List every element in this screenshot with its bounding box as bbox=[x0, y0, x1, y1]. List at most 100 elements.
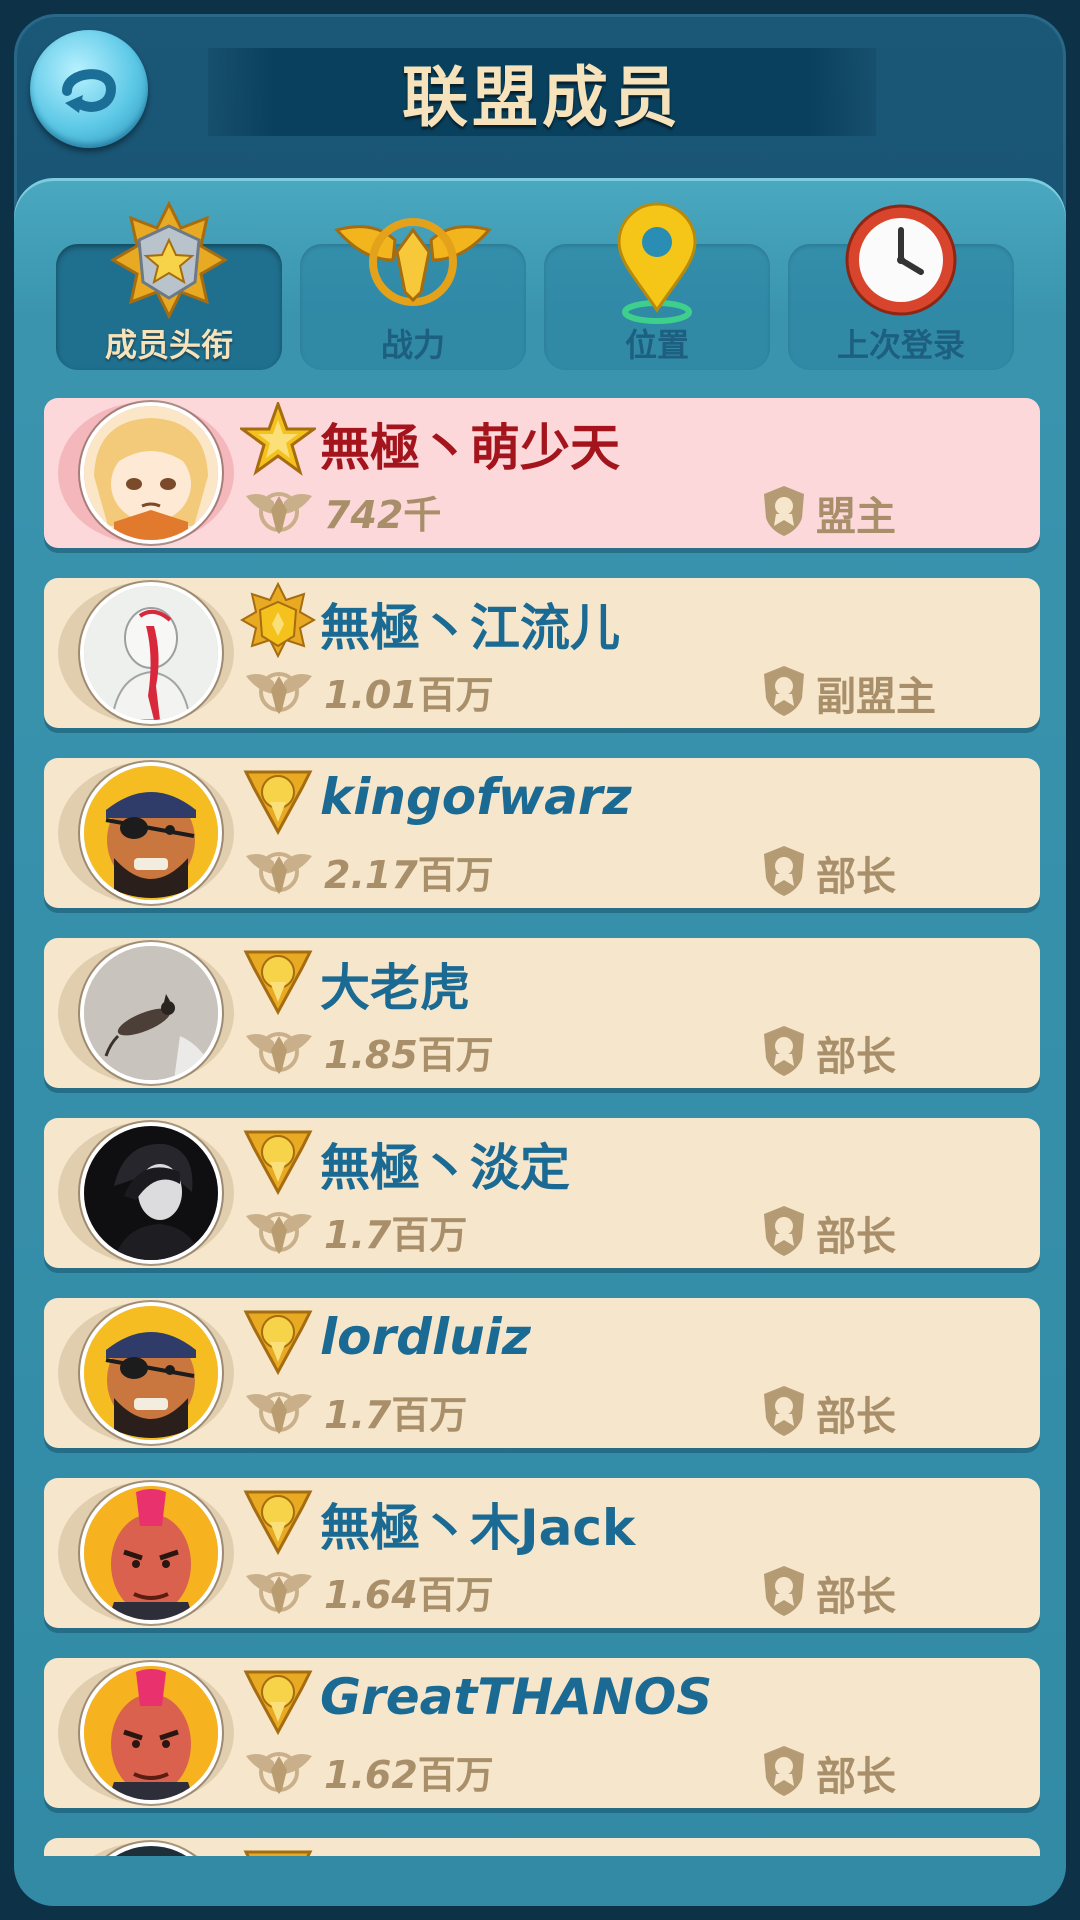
cat-photo-avatar-icon bbox=[84, 946, 218, 1080]
power-unit: 百万 bbox=[417, 673, 494, 717]
member-list[interactable]: 無極丶萌少天 742千 盟主 無極丶江流儿 1.01百万 副盟主 kingofw… bbox=[44, 398, 1040, 1856]
officer-badge-icon bbox=[243, 1850, 313, 1856]
member-role: 部长 bbox=[816, 1574, 896, 1620]
member-row[interactable]: lordluiz 1.7百万 部长 bbox=[44, 1298, 1040, 1448]
page-title: 联盟成员 bbox=[402, 59, 682, 136]
avatar[interactable] bbox=[84, 1666, 218, 1800]
role-shield-icon bbox=[764, 846, 804, 896]
power-unit: 百万 bbox=[391, 1213, 468, 1257]
power-eagle-icon bbox=[246, 1392, 312, 1434]
pirate-avatar-icon bbox=[84, 766, 218, 900]
title-banner: 联盟成员 bbox=[208, 48, 876, 136]
officer-badge-icon bbox=[243, 770, 313, 836]
member-power: 1.85百万 bbox=[324, 1024, 494, 1079]
member-name: 無極丶江流儿 bbox=[320, 599, 620, 657]
member-row[interactable]: 無極丶淡定 1.7百万 部长 bbox=[44, 1118, 1040, 1268]
member-row[interactable]: kingofwarz 2.17百万 部长 bbox=[44, 758, 1040, 908]
member-role: 部长 bbox=[816, 1754, 896, 1800]
role-shield-icon bbox=[764, 1026, 804, 1076]
role-shield-icon bbox=[764, 666, 804, 716]
power-value: 1.7 bbox=[324, 1213, 392, 1257]
avatar[interactable] bbox=[84, 1126, 218, 1260]
power-eagle-icon bbox=[246, 852, 312, 894]
member-role: 副盟主 bbox=[816, 674, 936, 720]
officer-badge-icon bbox=[243, 1310, 313, 1376]
avatar[interactable] bbox=[84, 946, 218, 1080]
member-row[interactable]: 無極丶江流儿 1.01百万 副盟主 bbox=[44, 578, 1040, 728]
power-value: 1.85 bbox=[324, 1033, 418, 1077]
dark-anime-avatar-icon bbox=[84, 1126, 218, 1260]
role-shield-icon bbox=[764, 486, 804, 536]
member-role: 部长 bbox=[816, 1214, 896, 1260]
member-name: kingofwarz bbox=[320, 768, 632, 826]
tab-label: 上次登录 bbox=[836, 326, 965, 364]
member-row[interactable]: 無極丶木Jack 1.64百万 部长 bbox=[44, 1478, 1040, 1628]
member-name: GreatTHANOS bbox=[320, 1668, 713, 1726]
member-row[interactable]: 無極丶萌少天 742千 盟主 bbox=[44, 398, 1040, 548]
power-value: 1.01 bbox=[324, 673, 418, 717]
member-row[interactable]: 大老虎 1.85百万 部长 bbox=[44, 938, 1040, 1088]
officer-badge-icon bbox=[243, 1490, 313, 1556]
sketch-avatar-icon bbox=[84, 586, 218, 720]
anime-girl-avatar-icon bbox=[84, 406, 218, 540]
member-power: 1.01百万 bbox=[324, 664, 494, 719]
member-role: 盟主 bbox=[816, 494, 896, 540]
member-name: lordluiz bbox=[320, 1308, 531, 1366]
rank-star-icon bbox=[110, 200, 228, 320]
power-value: 1.7 bbox=[324, 1393, 392, 1437]
role-shield-icon bbox=[764, 1746, 804, 1796]
member-power: 1.7百万 bbox=[324, 1204, 467, 1259]
officer-badge-icon bbox=[243, 950, 313, 1016]
power-eagle-icon bbox=[246, 1572, 312, 1614]
role-shield-icon bbox=[764, 1566, 804, 1616]
leader-star-icon bbox=[240, 402, 316, 476]
avatar[interactable] bbox=[84, 586, 218, 720]
avatar[interactable] bbox=[84, 1306, 218, 1440]
member-power: 1.64百万 bbox=[324, 1564, 494, 1619]
member-row[interactable]: GreatTHANOS 1.62百万 部长 bbox=[44, 1658, 1040, 1808]
tab-label: 成员头衔 bbox=[104, 326, 233, 364]
clock-icon bbox=[845, 204, 957, 316]
tab-power[interactable]: 战力 bbox=[300, 218, 526, 370]
power-value: 742 bbox=[324, 493, 404, 537]
power-unit: 百万 bbox=[417, 853, 494, 897]
avatar[interactable] bbox=[84, 1486, 218, 1620]
member-role: 部长 bbox=[816, 1394, 896, 1440]
member-power: 742千 bbox=[324, 484, 441, 539]
officer-badge-icon bbox=[243, 1130, 313, 1196]
power-unit: 百万 bbox=[391, 1393, 468, 1437]
sort-tabs: 成员头衔 战力 位置 上次登录 bbox=[56, 200, 1014, 380]
power-eagle-icon bbox=[246, 672, 312, 714]
power-eagle-icon bbox=[246, 1032, 312, 1074]
eagle-emblem-icon bbox=[334, 218, 492, 306]
avatar[interactable] bbox=[84, 766, 218, 900]
power-value: 1.62 bbox=[324, 1753, 418, 1797]
member-power: 2.17百万 bbox=[324, 844, 494, 899]
tab-label: 战力 bbox=[380, 326, 445, 364]
back-button[interactable] bbox=[30, 30, 148, 148]
power-value: 1.64 bbox=[324, 1573, 418, 1617]
member-name: 大老虎 bbox=[320, 959, 470, 1017]
tab-last-login[interactable]: 上次登录 bbox=[788, 204, 1014, 370]
back-arrow-icon bbox=[62, 69, 117, 113]
power-eagle-icon bbox=[246, 1752, 312, 1794]
member-name: 無極丶木Jack bbox=[320, 1499, 636, 1557]
role-shield-icon bbox=[764, 1206, 804, 1256]
power-eagle-icon bbox=[246, 1212, 312, 1254]
mohawk-avatar-icon bbox=[84, 1666, 218, 1800]
member-power: 1.62百万 bbox=[324, 1744, 494, 1799]
tab-location[interactable]: 位置 bbox=[544, 202, 770, 370]
power-unit: 千 bbox=[403, 493, 442, 537]
vice-leader-badge-icon bbox=[240, 582, 316, 658]
tab-member-title[interactable]: 成员头衔 bbox=[56, 200, 282, 370]
member-power: 1.7百万 bbox=[324, 1384, 467, 1439]
officer-badge-icon bbox=[243, 1670, 313, 1736]
tab-label: 位置 bbox=[624, 326, 689, 364]
member-name: 無極丶淡定 bbox=[320, 1139, 570, 1197]
power-value: 2.17 bbox=[324, 853, 418, 897]
role-shield-icon bbox=[764, 1386, 804, 1436]
pirate-avatar-icon bbox=[84, 1306, 218, 1440]
member-row-partial[interactable] bbox=[44, 1838, 1040, 1856]
member-role: 部长 bbox=[816, 1034, 896, 1080]
avatar[interactable] bbox=[84, 406, 218, 540]
